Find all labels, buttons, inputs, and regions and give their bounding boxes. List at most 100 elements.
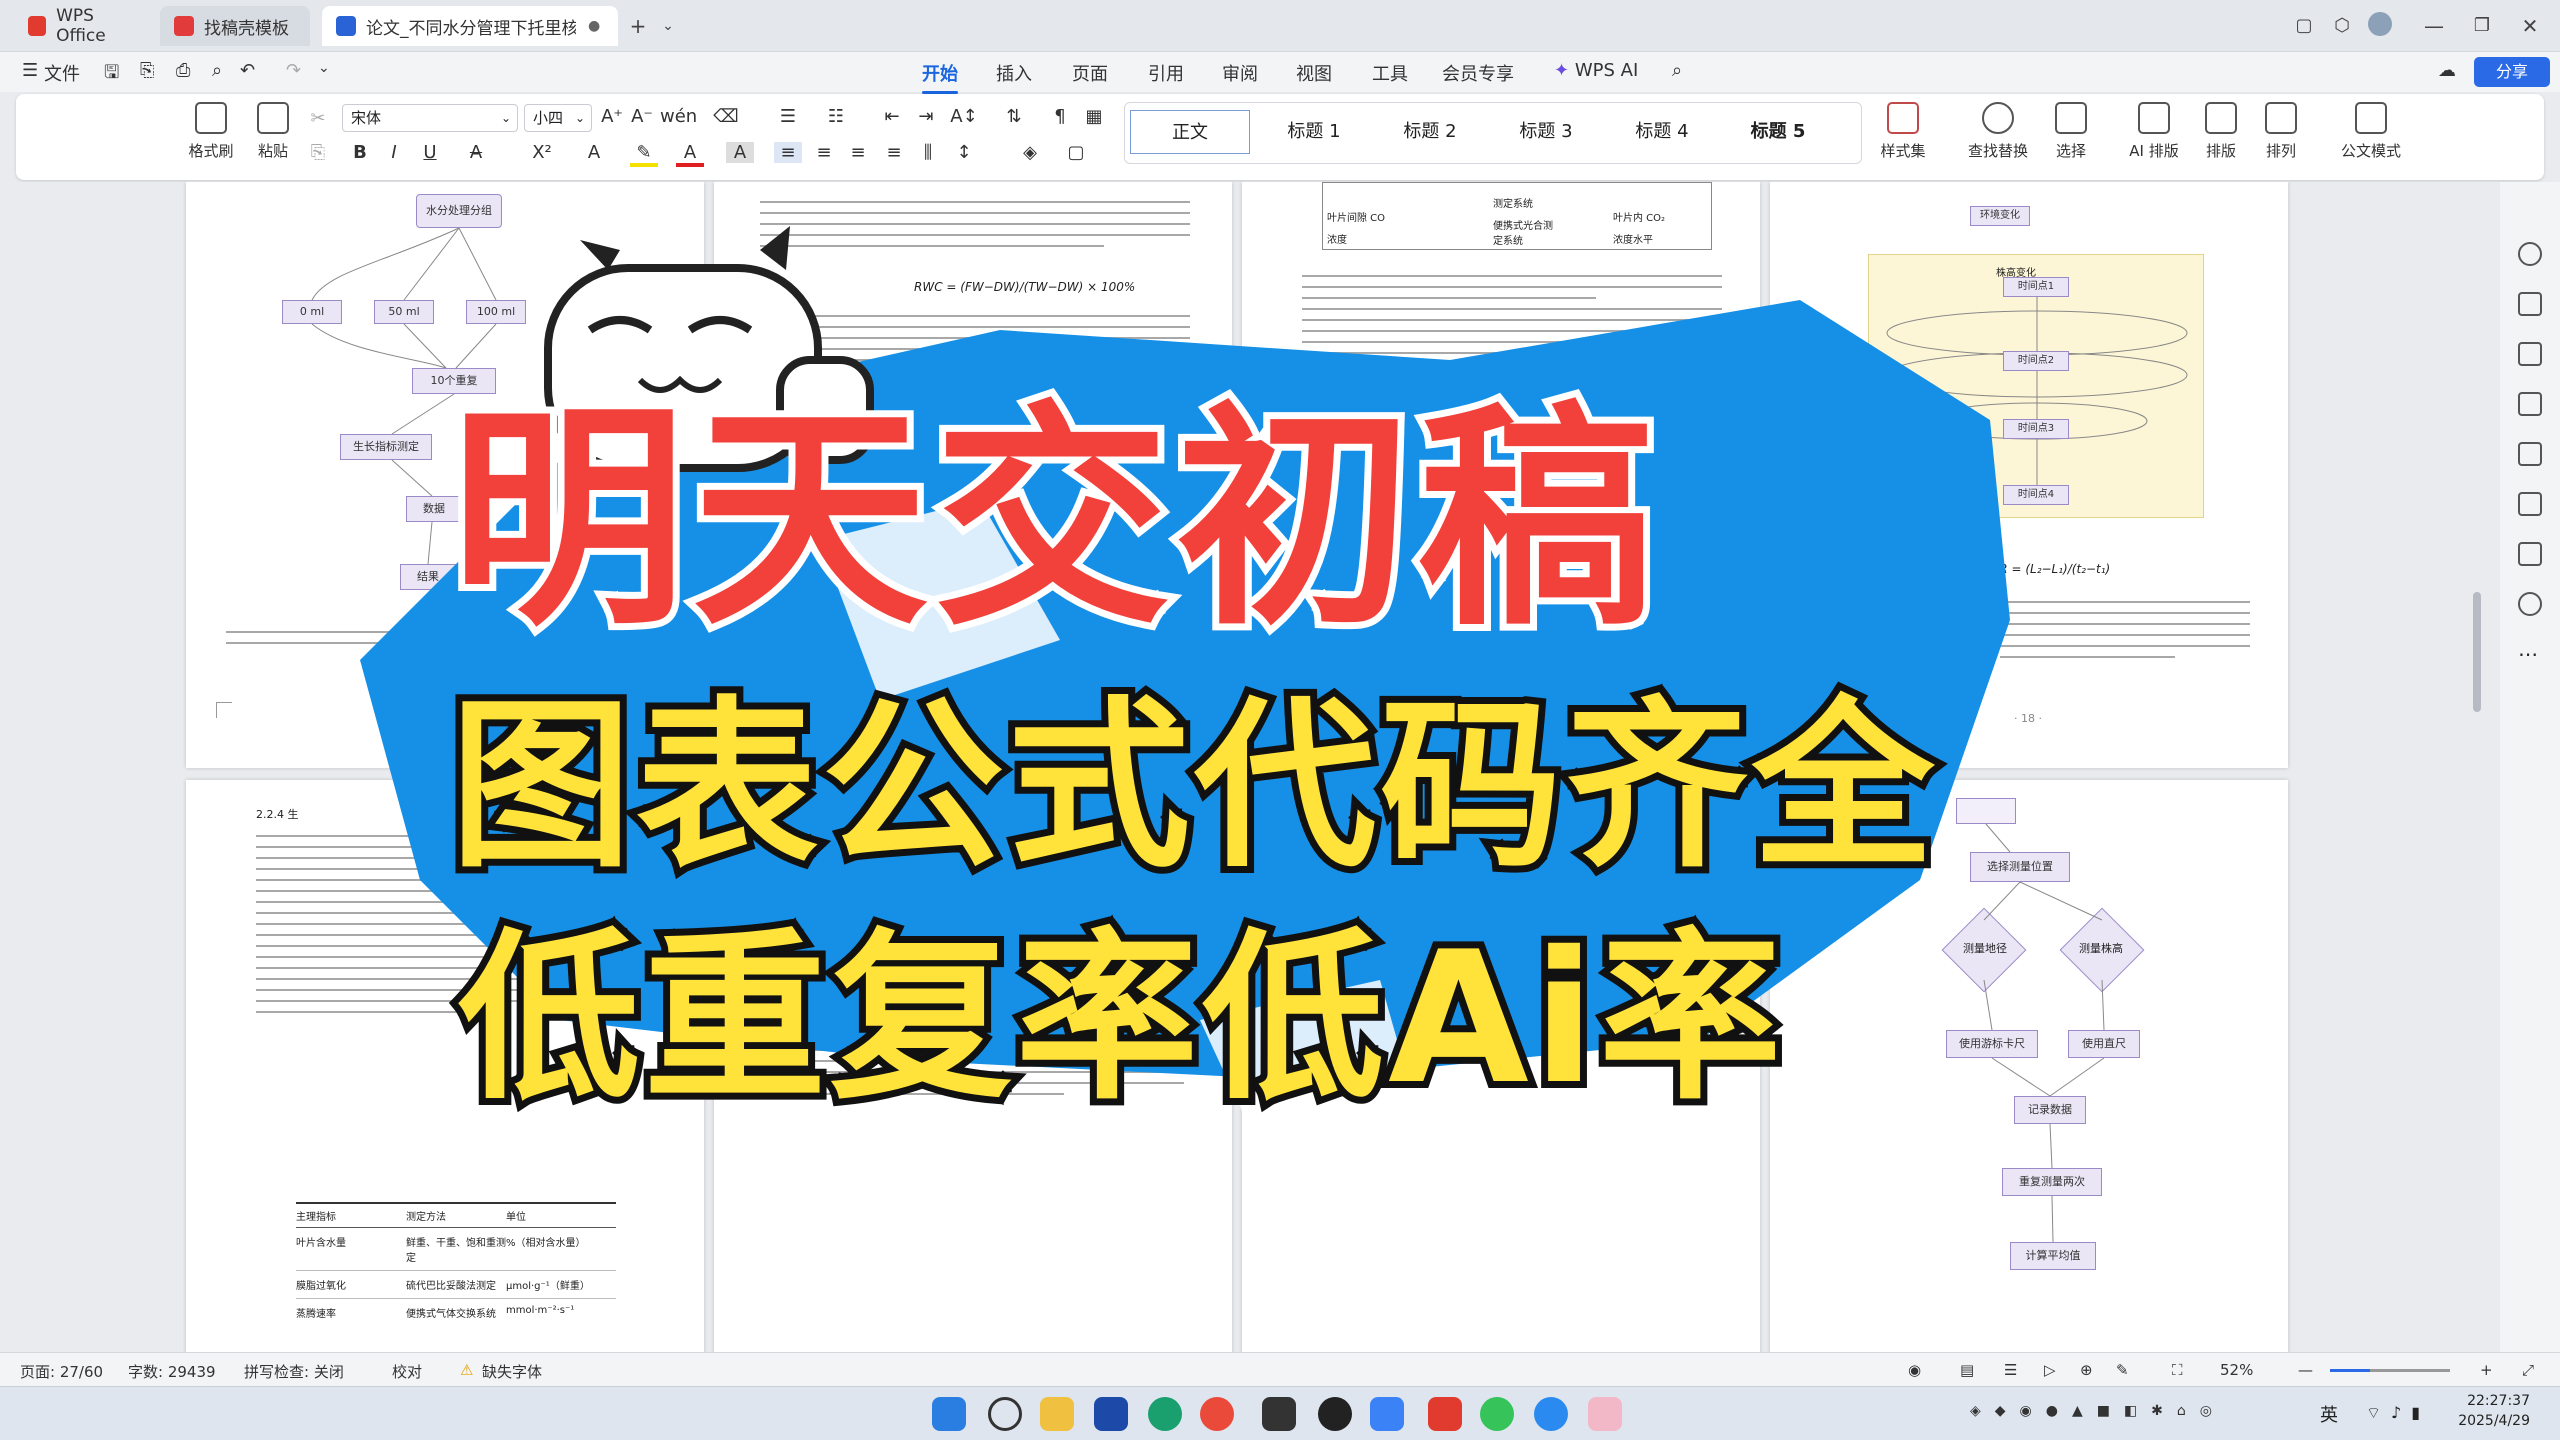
show-marks-icon[interactable]: ¶ [1046, 106, 1074, 127]
tools-icon[interactable] [2518, 442, 2542, 466]
ai-layout-button[interactable]: AI 排版 [2112, 102, 2196, 161]
paste-button[interactable]: 粘贴 [238, 102, 308, 161]
sort-icon[interactable]: ⇅ [1000, 106, 1028, 127]
start-icon[interactable] [932, 1397, 966, 1431]
menu-references[interactable]: 引用 [1148, 60, 1184, 86]
feishu-icon[interactable] [1370, 1397, 1404, 1431]
menu-insert[interactable]: 插入 [996, 60, 1032, 86]
decrease-indent-icon[interactable]: ⇤ [878, 106, 906, 127]
chat-icon[interactable] [1534, 1397, 1568, 1431]
find-replace-button[interactable]: 查找替换 [1950, 102, 2046, 161]
font-color-icon[interactable]: A [676, 142, 704, 167]
scroll-thumb[interactable] [2473, 592, 2481, 712]
menu-page[interactable]: 页面 [1072, 60, 1108, 86]
style-heading-3[interactable]: 标题 3 [1488, 110, 1604, 154]
redo-icon[interactable]: ↷ [286, 60, 301, 81]
page-view-icon[interactable]: ▤ [1960, 1361, 1974, 1379]
line-spacing-icon[interactable]: ↕ [950, 142, 978, 163]
music-icon[interactable] [1318, 1397, 1352, 1431]
document-canvas[interactable]: 水分处理分组 0 ml 50 ml 100 ml 10个重复 生长指标测定 数据… [0, 182, 2520, 1352]
preview-icon[interactable]: ⌕ [212, 60, 222, 81]
vertical-scrollbar[interactable] [2470, 192, 2484, 1342]
ime-indicator[interactable]: 英 [2320, 1401, 2338, 1427]
cursor-icon[interactable] [2518, 342, 2542, 366]
menu-wps-ai[interactable]: ✦ WPS AI [1554, 60, 1638, 81]
menu-member[interactable]: 会员专享 [1442, 60, 1514, 86]
select-button[interactable]: 选择 [2036, 102, 2106, 161]
window-layout-icon[interactable]: ▢ [2290, 12, 2318, 40]
minimize-button[interactable]: — [2420, 12, 2448, 40]
align-center-icon[interactable]: ≡ [810, 142, 838, 163]
shield-icon[interactable] [1094, 1397, 1128, 1431]
font-size-select[interactable]: 小四 ⌄ [524, 104, 592, 132]
format-painter-button[interactable]: 格式刷 [176, 102, 246, 161]
zoom-out-icon[interactable]: — [2298, 1361, 2313, 1379]
chevron-down-icon[interactable]: ⌄ [318, 60, 330, 76]
strikethrough-icon[interactable]: A [462, 142, 490, 163]
shading-icon[interactable]: ◈ [1016, 142, 1044, 163]
image-icon[interactable] [2518, 492, 2542, 516]
network-volume-icons[interactable]: ⌔♪▮ [2366, 1403, 2430, 1423]
shrink-font-icon[interactable]: A⁻ [628, 106, 656, 127]
table-icon[interactable]: ▦ [1080, 106, 1108, 127]
bold-icon[interactable]: B [346, 142, 374, 163]
word-count[interactable]: 字数: 29439 [128, 1361, 216, 1382]
fullscreen-icon[interactable]: ⤢ [2522, 1361, 2534, 1379]
style-normal[interactable]: 正文 [1130, 110, 1250, 154]
border-icon[interactable]: ▢ [1062, 142, 1090, 163]
zoom-slider[interactable] [2330, 1369, 2450, 1372]
fit-icon[interactable]: ⛶ [2172, 1361, 2183, 1379]
superscript-icon[interactable]: X² [528, 142, 556, 163]
bullet-list-icon[interactable]: ☰ [774, 106, 802, 127]
chevron-down-icon[interactable]: ⌄ [654, 12, 682, 40]
tab-template[interactable]: 找稿壳模板 [160, 6, 310, 46]
menu-tools[interactable]: 工具 [1372, 60, 1408, 86]
game-icon[interactable] [1588, 1397, 1622, 1431]
edge-icon[interactable] [1148, 1397, 1182, 1431]
help-icon[interactable] [2518, 592, 2542, 616]
style-heading-2[interactable]: 标题 2 [1372, 110, 1488, 154]
more-icon[interactable]: ⋯ [2518, 642, 2538, 666]
menu-hamburger-icon[interactable]: ☰ [22, 60, 38, 81]
close-window-button[interactable]: ✕ [2516, 12, 2544, 40]
copy-icon[interactable]: ⎘ [304, 142, 332, 163]
web-icon[interactable]: ⊕ [2080, 1361, 2093, 1379]
char-shading-icon[interactable]: A [726, 142, 754, 163]
wechat-icon[interactable] [1480, 1397, 1514, 1431]
pen-icon[interactable] [2518, 292, 2542, 316]
outline-icon[interactable]: ☰ [2004, 1361, 2017, 1379]
font-name-select[interactable]: 宋体 ⌄ [342, 104, 518, 132]
tab-document[interactable]: 论文_不同水分管理下托里核 ● [322, 6, 618, 46]
zoom-in-icon[interactable]: + [2480, 1361, 2493, 1379]
menu-home[interactable]: 开始 [922, 60, 958, 94]
cube-icon[interactable]: ⬡ [2328, 12, 2356, 40]
style-heading-5[interactable]: 标题 5 [1720, 110, 1836, 154]
clock[interactable]: 22:27:37 2025/4/29 [2440, 1391, 2530, 1431]
share-button[interactable]: 分享 [2474, 57, 2550, 87]
cut-icon[interactable]: ✂ [304, 108, 332, 129]
search-icon[interactable] [988, 1397, 1022, 1431]
underline-icon[interactable]: U [416, 142, 444, 163]
menu-review[interactable]: 审阅 [1222, 60, 1258, 86]
arrange-button[interactable]: 排列 [2246, 102, 2316, 161]
sliders-icon[interactable] [2518, 392, 2542, 416]
zoom-level[interactable]: 52% [2220, 1361, 2253, 1379]
search-icon[interactable]: ⌕ [1672, 60, 1682, 81]
chrome-icon[interactable] [1200, 1397, 1234, 1431]
text-direction-icon[interactable]: A↕ [950, 106, 978, 127]
eye-icon[interactable]: ◉ [1908, 1361, 1921, 1379]
wps-icon[interactable] [1428, 1397, 1462, 1431]
text-effect-icon[interactable]: A [580, 142, 608, 163]
proofread-button[interactable]: 校对 [392, 1361, 422, 1382]
folder-icon[interactable] [1040, 1397, 1074, 1431]
style-set-button[interactable]: 样式集 [1868, 102, 1938, 161]
app-icon[interactable] [1262, 1397, 1296, 1431]
save-icon[interactable]: 🖫 [104, 60, 119, 90]
italic-icon[interactable]: I [380, 142, 408, 163]
undo-icon[interactable]: ↶ [240, 60, 255, 81]
new-tab-button[interactable]: + [624, 12, 652, 40]
phonetic-icon[interactable]: wén [660, 106, 697, 127]
grow-font-icon[interactable]: A⁺ [598, 106, 626, 127]
close-icon[interactable]: ● [588, 18, 600, 34]
align-left-icon[interactable]: ≡ [774, 142, 802, 163]
